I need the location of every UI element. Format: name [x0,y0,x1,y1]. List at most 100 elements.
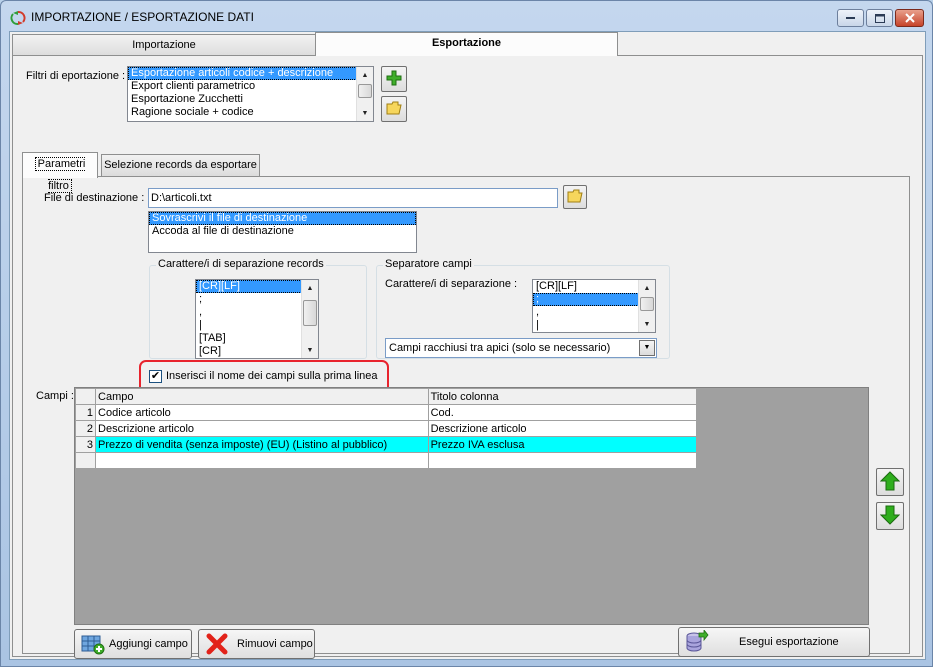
title-bar[interactable]: IMPORTAZIONE / ESPORTAZIONE DATI [1,1,932,31]
cell-titolo[interactable]: Cod. [427,404,698,421]
separator-item[interactable]: [TAB] [196,332,318,345]
field-separator-scrollbar[interactable]: ▲ ▼ [638,280,655,332]
arrow-down-icon [879,505,901,528]
main-window: IMPORTAZIONE / ESPORTAZIONE DATI Importa… [0,0,933,667]
scroll-thumb[interactable] [303,300,317,326]
write-mode-item[interactable]: Accoda al file di destinazione [149,225,416,238]
scroll-up-icon[interactable]: ▲ [639,280,655,296]
field-separator-title: Separatore campi [383,258,474,270]
minimize-button[interactable] [837,9,864,27]
filter-item[interactable]: Esportazione Zucchetti [128,93,373,106]
client-area: Importazione Esportazione Filtri di epor… [9,31,926,660]
separator-item[interactable]: [CR] [196,345,318,358]
separator-item[interactable]: ; [196,293,318,306]
cell-campo[interactable] [95,452,429,469]
run-export-label: Esegui esportazione [739,636,839,648]
close-button[interactable] [895,9,924,27]
separator-item[interactable]: , [196,306,318,319]
folder-icon [567,189,583,206]
scroll-thumb[interactable] [640,297,654,311]
header-checkbox[interactable]: ✔ [149,370,162,383]
checkmark-icon: ✔ [150,370,161,382]
table-row[interactable]: 1 Codice articolo Cod. [74,404,698,421]
table-row[interactable]: 3 Prezzo di vendita (senza imposte) (EU)… [74,436,698,453]
separator-item[interactable]: , [533,306,655,319]
cell-campo[interactable]: Codice articolo [95,404,429,421]
filter-item[interactable]: Ragione sociale + codice [128,106,373,119]
record-separator-title: Carattere/i di separazione records [156,258,326,270]
add-field-button[interactable]: Aggiungi campo [74,629,192,659]
run-export-button[interactable]: Esegui esportazione [678,627,870,657]
field-separator-label: Carattere/i di separazione : [385,278,518,290]
remove-field-button[interactable]: Rimuovi campo [198,629,315,659]
row-number: 3 [74,436,97,453]
table-header-row: Campo Titolo colonna [74,388,698,405]
scroll-up-icon[interactable]: ▲ [302,280,318,296]
table-row-empty[interactable] [74,452,698,469]
field-separator-group: Separatore campi Carattere/i di separazi… [376,258,670,359]
record-separator-group: Carattere/i di separazione records [CR][… [149,258,367,359]
cell-campo[interactable]: Descrizione articolo [95,420,429,437]
add-field-label: Aggiungi campo [109,638,188,650]
window-title: IMPORTAZIONE / ESPORTAZIONE DATI [31,10,254,24]
separator-item[interactable]: [CR][LF] [196,280,318,293]
filters-list[interactable]: Esportazione articoli codice + descrizio… [127,66,374,122]
database-export-icon [683,629,711,655]
fields-grid[interactable]: Campo Titolo colonna 1 Codice articolo C… [74,387,869,625]
table-row[interactable]: 2 Descrizione articolo Descrizione artic… [74,420,698,437]
filter-item[interactable]: Export clienti parametrico [128,80,373,93]
quote-mode-value: Campi racchiusi tra apici (solo se neces… [389,342,611,354]
add-table-icon [79,631,107,657]
column-header-campo[interactable]: Campo [95,388,429,405]
move-up-button[interactable] [876,468,904,496]
arrow-up-icon [879,470,901,494]
column-header-titolo[interactable]: Titolo colonna [427,388,698,405]
folder-icon [386,101,402,118]
x-icon [203,631,231,657]
chevron-down-icon[interactable]: ▼ [639,340,655,356]
row-number: 1 [74,404,97,421]
separator-item[interactable]: [CR][LF] [533,280,655,293]
scroll-up-icon[interactable]: ▲ [357,67,373,83]
move-down-button[interactable] [876,502,904,530]
destination-file-input[interactable]: D:\articoli.txt [148,188,558,208]
tab-parametri-filtro[interactable]: Parametri filtro [22,152,98,193]
cell-campo[interactable]: Prezzo di vendita (senza imposte) (EU) (… [95,436,429,453]
cell-titolo[interactable] [427,452,698,469]
maximize-button[interactable] [866,9,893,27]
parameters-panel: File di destinazione : D:\articoli.txt S… [22,176,910,659]
field-separator-list[interactable]: [CR][LF] ; , | ▲ ▼ [532,279,656,333]
scroll-thumb[interactable] [358,84,372,98]
quote-mode-select[interactable]: Campi racchiusi tra apici (solo se neces… [385,338,657,358]
filter-item[interactable]: Esportazione articoli codice + descrizio… [128,67,373,80]
row-number: 2 [74,420,97,437]
cell-titolo[interactable]: Prezzo IVA esclusa [427,436,698,453]
row-number [74,452,97,469]
tab-selezione-records[interactable]: Selezione records da esportare [101,154,260,176]
filters-scrollbar[interactable]: ▲ ▼ [356,67,373,121]
app-icon [10,10,26,26]
plus-icon [386,70,402,89]
tab-importazione[interactable]: Importazione [12,34,316,56]
filters-label: Filtri di eportazione : [26,70,126,82]
fields-table[interactable]: Campo Titolo colonna 1 Codice articolo C… [74,388,698,469]
fields-label: Campi : [36,390,74,402]
write-mode-list[interactable]: Sovrascrivi il file di destinazione Acco… [148,211,417,253]
separator-item[interactable]: | [533,319,655,332]
add-filter-button[interactable] [381,66,407,92]
corner-cell [74,388,97,405]
separator-item[interactable]: ; [533,293,655,306]
scroll-down-icon[interactable]: ▼ [357,105,373,121]
scroll-down-icon[interactable]: ▼ [639,316,655,332]
separator-item[interactable]: | [196,319,318,332]
scroll-down-icon[interactable]: ▼ [302,342,318,358]
write-mode-item[interactable]: Sovrascrivi il file di destinazione [149,212,416,225]
remove-field-label: Rimuovi campo [237,638,313,650]
record-separator-scrollbar[interactable]: ▲ ▼ [301,280,318,358]
header-checkbox-label[interactable]: Inserisci il nome dei campi sulla prima … [166,370,378,382]
tab-esportazione[interactable]: Esportazione [315,32,618,56]
open-filter-button[interactable] [381,96,407,122]
browse-file-button[interactable] [563,185,587,209]
record-separator-list[interactable]: [CR][LF] ; , | [TAB] [CR] ▲ ▼ [195,279,319,359]
cell-titolo[interactable]: Descrizione articolo [427,420,698,437]
